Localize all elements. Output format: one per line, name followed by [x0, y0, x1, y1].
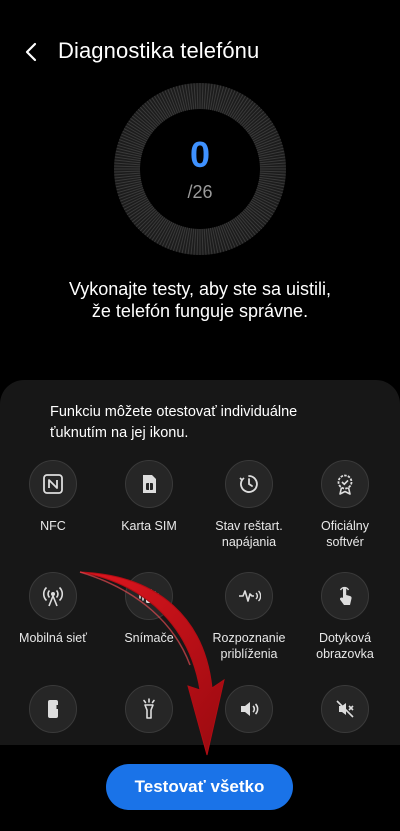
description-text: Vykonajte testy, aby ste sa uistili, že …	[68, 279, 332, 321]
nfc-icon	[29, 460, 77, 508]
page-title: Diagnostika telefónu	[58, 38, 260, 63]
tests-panel: Funkciu môžete otestovať individuálne ťu…	[0, 380, 400, 745]
tile-label: NFC	[40, 519, 66, 533]
diagnostics-screen: Diagnostika telefónu 0 /26 Vykonajte tes…	[0, 0, 400, 831]
tile-label: Stav reštart. napájania	[215, 519, 283, 549]
tile-label: Mobilná sieť	[19, 631, 87, 645]
test-all-button[interactable]: Testovať všetko	[106, 764, 293, 810]
speaker-icon	[225, 685, 273, 733]
tile-label: Dotyková obrazovka	[316, 631, 374, 661]
header: Diagnostika telefónu	[0, 30, 400, 72]
tile-flashlight[interactable]	[99, 685, 199, 743]
tile-phone[interactable]	[3, 685, 103, 743]
badge-icon	[321, 460, 369, 508]
touch-icon	[321, 572, 369, 620]
flashlight-icon	[125, 685, 173, 733]
vibration-icon	[125, 572, 173, 620]
sim-card-icon	[125, 460, 173, 508]
tile-restart-status[interactable]: Stav reštart. napájania	[199, 460, 299, 550]
tile-nfc[interactable]: NFC	[3, 460, 103, 534]
progress-ring: 0 /26	[113, 82, 287, 256]
tile-label: Snímače	[124, 631, 174, 645]
tile-mute[interactable]	[295, 685, 395, 743]
tile-official-software[interactable]: Oficiálny softvér	[295, 460, 395, 550]
signal-icon	[29, 572, 77, 620]
completed-count: 0	[189, 134, 211, 175]
back-button[interactable]	[14, 34, 50, 70]
tile-label: Oficiálny softvér	[321, 519, 369, 549]
tile-proximity[interactable]: Rozpoznanie priblíženia	[199, 572, 299, 662]
tile-sensors[interactable]: Snímače	[99, 572, 199, 646]
phone-icon	[29, 685, 77, 733]
panel-hint: Funkciu môžete otestovať individuálne ťu…	[50, 404, 298, 441]
tile-speaker[interactable]	[199, 685, 299, 743]
back-arrow-icon	[25, 42, 37, 62]
tile-sim-card[interactable]: Karta SIM	[99, 460, 199, 534]
total-count: /26	[187, 182, 213, 202]
mute-icon	[321, 685, 369, 733]
tile-label: Rozpoznanie priblíženia	[212, 631, 286, 661]
tile-touchscreen[interactable]: Dotyková obrazovka	[295, 572, 395, 662]
tile-mobile-network[interactable]: Mobilná sieť	[3, 572, 103, 646]
proximity-icon	[225, 572, 273, 620]
restart-icon	[225, 460, 273, 508]
tile-label: Karta SIM	[121, 519, 177, 533]
